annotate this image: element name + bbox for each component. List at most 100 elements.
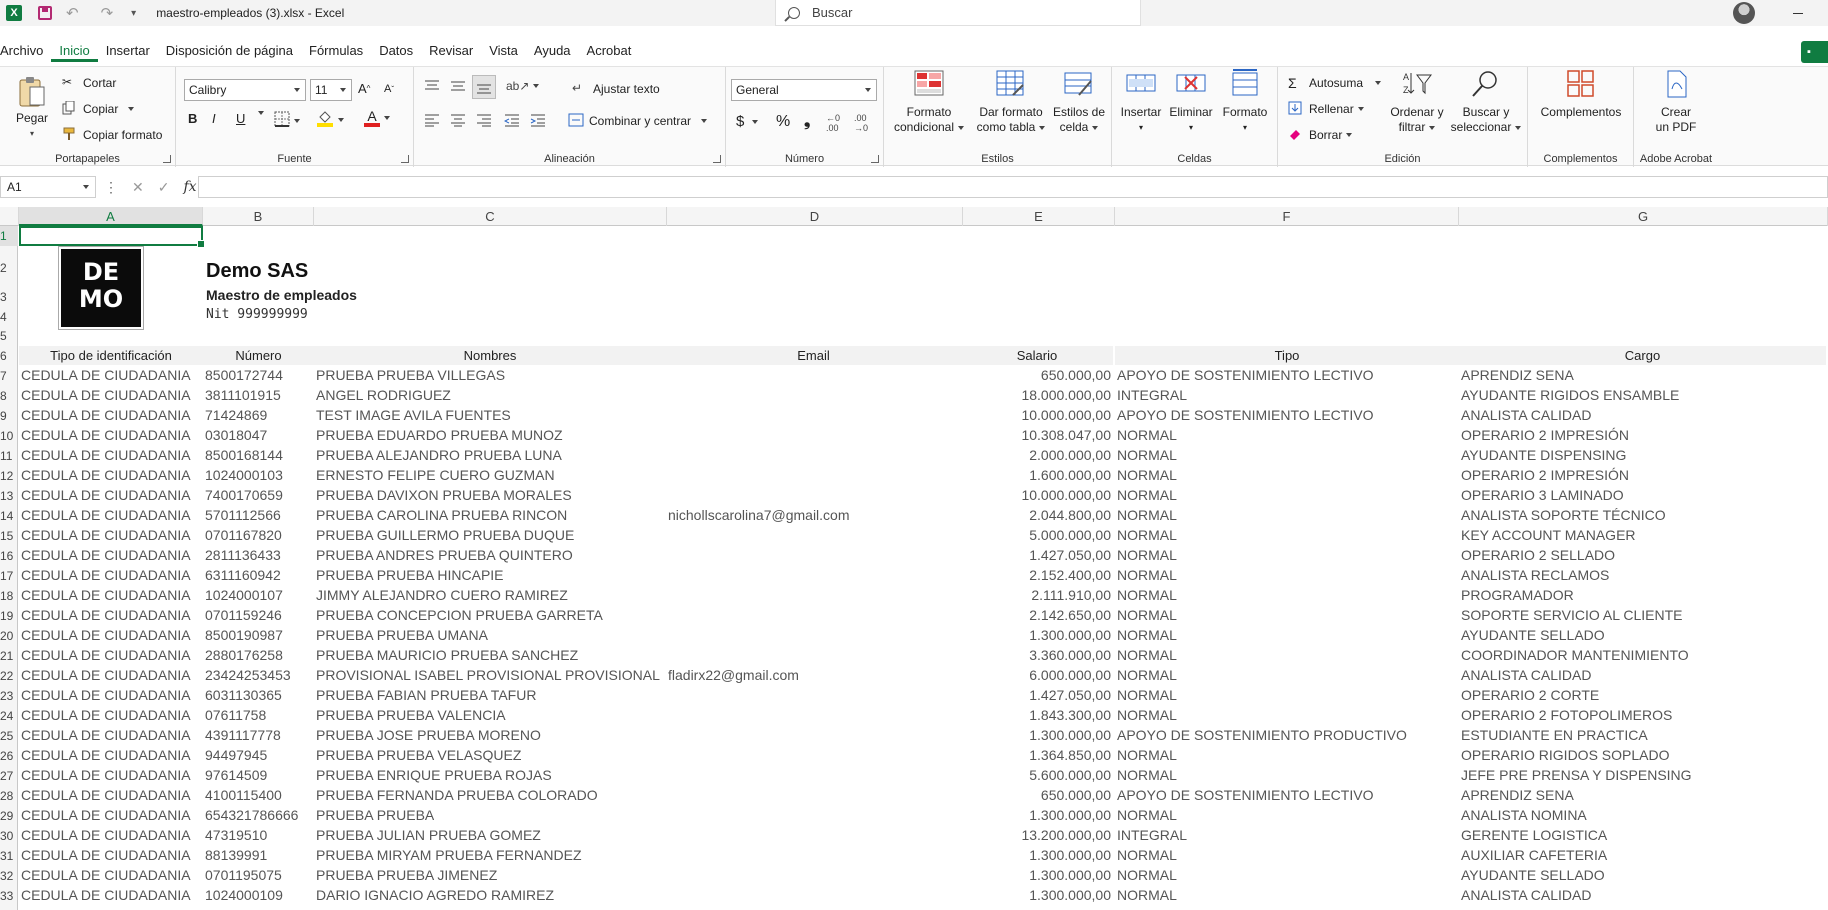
thousands-button[interactable]: ❟	[804, 113, 810, 131]
row-header[interactable]: 5	[0, 326, 18, 346]
cell-id-type[interactable]: CEDULA DE CIUDADANIA	[21, 805, 191, 825]
cell-pay-type[interactable]: NORMAL	[1117, 525, 1177, 545]
cell-position[interactable]: OPERARIO 2 SELLADO	[1461, 545, 1615, 565]
cell-name[interactable]: ANGEL RODRIGUEZ	[316, 385, 451, 405]
cell-salary[interactable]: 1.300.000,00	[963, 885, 1111, 905]
cell-name[interactable]: PRUEBA ENRIQUE PRUEBA ROJAS	[316, 765, 552, 785]
cancel-icon[interactable]: ✕	[132, 179, 144, 196]
cell-salary[interactable]: 1.300.000,00	[963, 865, 1111, 885]
row-header[interactable]: 13	[0, 486, 18, 506]
minimize-button[interactable]	[1783, 4, 1813, 22]
row-header[interactable]: 32	[0, 866, 18, 886]
cell-salary[interactable]: 1.600.000,00	[963, 465, 1111, 485]
cell-salary[interactable]: 10.308.047,00	[963, 425, 1111, 445]
cell-id-type[interactable]: CEDULA DE CIUDADANIA	[21, 385, 191, 405]
cell-pay-type[interactable]: NORMAL	[1117, 645, 1177, 665]
cell-id-number[interactable]: 03018047	[205, 425, 267, 445]
cell-id-number[interactable]: 4100115400	[205, 785, 282, 805]
format-as-table-button[interactable]: Dar formato como tabla	[974, 69, 1048, 135]
autosum-button[interactable]: Σ Autosuma	[1288, 75, 1382, 91]
font-color-button[interactable]: A	[364, 109, 390, 127]
row-header[interactable]: 26	[0, 746, 18, 766]
row-header[interactable]: 22	[0, 666, 18, 686]
row-header[interactable]: 17	[0, 566, 18, 586]
cell-pay-type[interactable]: APOYO DE SOSTENIMIENTO PRODUCTIVO	[1117, 725, 1407, 745]
row-header[interactable]: 31	[0, 846, 18, 866]
cell-id-number[interactable]: 88139991	[205, 845, 267, 865]
row-header[interactable]: 4	[0, 307, 18, 327]
row-header[interactable]: 8	[0, 386, 18, 406]
cell-position[interactable]: AYUDANTE SELLADO	[1461, 865, 1605, 885]
cell-name[interactable]: PRUEBA PRUEBA VELASQUEZ	[316, 745, 521, 765]
select-all-corner[interactable]	[0, 207, 19, 226]
cell-position[interactable]: ESTUDIANTE EN PRACTICA	[1461, 725, 1648, 745]
tab-archivo[interactable]: Archivo	[0, 40, 51, 62]
row-header[interactable]: 14	[0, 506, 18, 526]
cell-salary[interactable]: 6.000.000,00	[963, 665, 1111, 685]
table-header-position[interactable]: Cargo	[1459, 346, 1826, 365]
create-pdf-button[interactable]: Crear un PDF	[1640, 69, 1712, 135]
cell-name[interactable]: PRUEBA PRUEBA VILLEGAS	[316, 365, 505, 385]
column-header-d[interactable]: D	[667, 207, 963, 226]
insert-function-icon[interactable]: fx	[183, 179, 196, 195]
row-header[interactable]: 6	[0, 346, 18, 366]
dialog-launcher-icon[interactable]	[871, 155, 879, 163]
cell-salary[interactable]: 2.142.650,00	[963, 605, 1111, 625]
cell-pay-type[interactable]: NORMAL	[1117, 445, 1177, 465]
cell-pay-type[interactable]: NORMAL	[1117, 685, 1177, 705]
cell-pay-type[interactable]: NORMAL	[1117, 865, 1177, 885]
cell-position[interactable]: ANALISTA CALIDAD	[1461, 885, 1591, 905]
decrease-font-button[interactable]: Aˇ	[384, 83, 394, 95]
cell-name[interactable]: PRUEBA DAVIXON PRUEBA MORALES	[316, 485, 572, 505]
cell-id-type[interactable]: CEDULA DE CIUDADANIA	[21, 445, 191, 465]
cell-id-type[interactable]: CEDULA DE CIUDADANIA	[21, 745, 191, 765]
cell-pay-type[interactable]: NORMAL	[1117, 565, 1177, 585]
row-header[interactable]: 20	[0, 626, 18, 646]
cell-salary[interactable]: 1.300.000,00	[963, 845, 1111, 865]
cell-id-number[interactable]: 07611758	[205, 705, 266, 725]
table-header-name[interactable]: Nombres	[314, 346, 666, 365]
underline-dropdown[interactable]	[254, 111, 264, 115]
row-header[interactable]: 33	[0, 886, 18, 906]
cell-id-type[interactable]: CEDULA DE CIUDADANIA	[21, 365, 191, 385]
cell-id-number[interactable]: 3811101915	[205, 385, 281, 405]
align-left-icon[interactable]	[424, 113, 440, 127]
tab-datos[interactable]: Datos	[371, 40, 421, 62]
font-name-select[interactable]: Calibry	[184, 79, 306, 101]
cell-position[interactable]: AYUDANTE DISPENSING	[1461, 445, 1626, 465]
cell-id-type[interactable]: CEDULA DE CIUDADANIA	[21, 525, 191, 545]
cell-salary[interactable]: 1.427.050,00	[963, 685, 1111, 705]
align-right-icon[interactable]	[476, 113, 492, 127]
cell-id-number[interactable]: 2811136433	[205, 545, 281, 565]
cell-pay-type[interactable]: NORMAL	[1117, 885, 1177, 905]
italic-button[interactable]: I	[212, 111, 216, 126]
cell-id-type[interactable]: CEDULA DE CIUDADANIA	[21, 625, 191, 645]
table-header-salary[interactable]: Salario	[961, 346, 1113, 365]
cell-salary[interactable]: 10.000.000,00	[963, 405, 1111, 425]
cell-salary[interactable]: 10.000.000,00	[963, 485, 1111, 505]
find-select-button[interactable]: Buscar y seleccionar	[1448, 69, 1524, 135]
decrease-decimal-icon[interactable]: .00 →0	[854, 113, 868, 133]
cell-position[interactable]: ANALISTA NOMINA	[1461, 805, 1587, 825]
increase-decimal-icon[interactable]: ←0.00	[826, 113, 840, 133]
delete-cells-button[interactable]: Eliminar ▾	[1166, 69, 1216, 135]
cell-position[interactable]: COORDINADOR MANTENIMIENTO	[1461, 645, 1689, 665]
row-header[interactable]: 10	[0, 426, 18, 446]
font-size-select[interactable]: 11	[310, 79, 352, 101]
cell-position[interactable]: GERENTE LOGISTICA	[1461, 825, 1607, 845]
paste-button[interactable]: Pegar ▾	[12, 75, 52, 141]
fill-button[interactable]: Rellenar	[1288, 101, 1364, 117]
cell-id-type[interactable]: CEDULA DE CIUDADANIA	[21, 665, 191, 685]
row-header[interactable]: 23	[0, 686, 18, 706]
column-header-e[interactable]: E	[963, 207, 1115, 226]
number-format-select[interactable]: General	[731, 79, 877, 101]
customize-toolbar-icon[interactable]: ▾	[131, 8, 136, 19]
cell-salary[interactable]: 18.000.000,00	[963, 385, 1111, 405]
cell-id-type[interactable]: CEDULA DE CIUDADANIA	[21, 785, 191, 805]
cell-id-number[interactable]: 6311160942	[205, 565, 281, 585]
cell-salary[interactable]: 1.364.850,00	[963, 745, 1111, 765]
currency-button[interactable]: $	[736, 113, 759, 130]
cell-salary[interactable]: 2.111.910,00	[963, 585, 1111, 605]
cell-salary[interactable]: 650.000,00	[963, 365, 1111, 385]
bold-button[interactable]: B	[188, 111, 197, 126]
